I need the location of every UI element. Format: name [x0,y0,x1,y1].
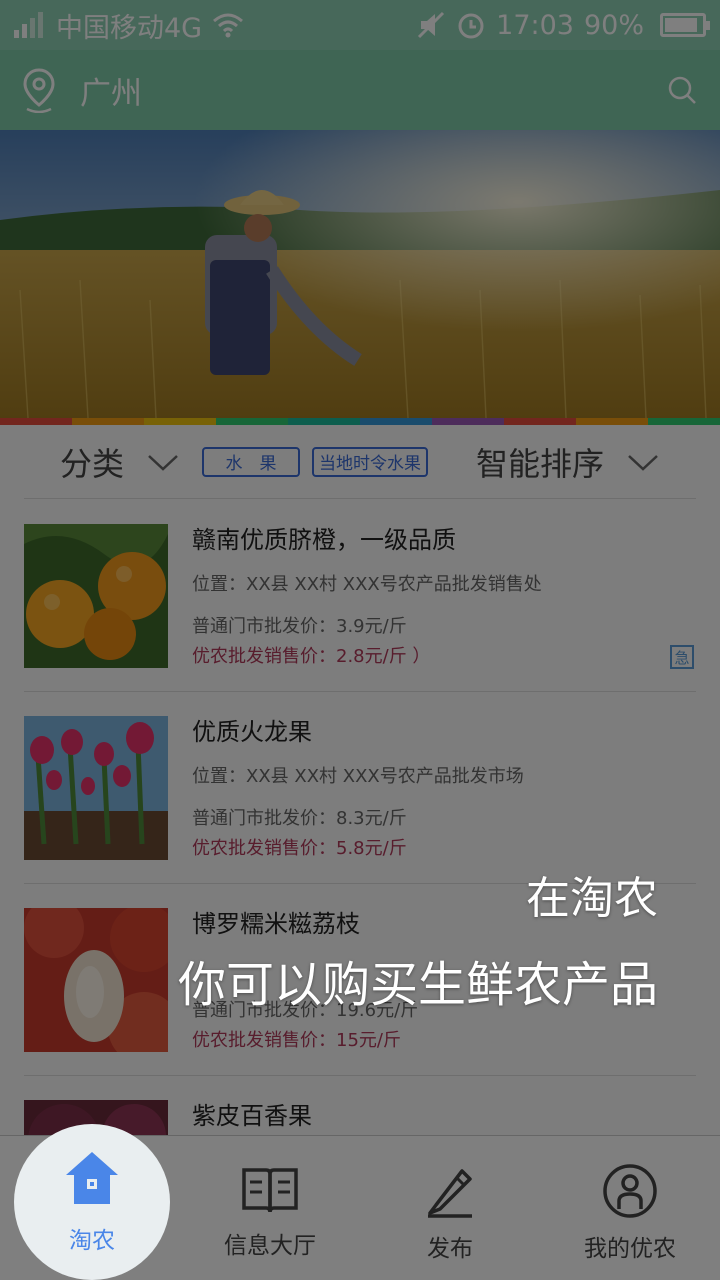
tab-info-hall[interactable]: 信息大厅 [180,1136,360,1280]
tab-label: 信息大厅 [224,1233,316,1259]
product-image-dragon-fruit [24,716,168,860]
product-name: 优质火龙果 [192,718,312,746]
tag-fruit[interactable]: 水 果 [202,446,301,477]
city-selector[interactable]: 广州 [80,68,142,113]
tab-label: 我的优农 [584,1236,676,1262]
product-item[interactable]: 优质火龙果 位置：XX县 XX村 XXX号农产品批发市场 普通门市批发价：8.3… [24,692,696,884]
app-header: 广州 [0,50,720,130]
product-item[interactable]: 赣南优质脐橙，一级品质 位置：XX县 XX村 XXX号农产品批发销售处 普通门市… [24,500,696,692]
market-price: 普通门市批发价：8.3元/斤 [192,808,407,829]
pencil-icon [428,1169,472,1218]
chevron-down-icon [628,454,658,471]
product-name: 赣南优质脐橙，一级品质 [192,526,456,554]
filter-bar: 分类 水 果 当地时令水果 智能排序 [24,425,696,499]
member-price: 优农批发销售价：15元/斤 [192,1030,401,1051]
guide-text-line1: 在淘农 [526,873,658,924]
product-image-oranges [24,524,168,668]
banner-divider [0,418,720,425]
guide-text-line2: 你可以购买生鲜农产品 [177,957,658,1013]
search-icon[interactable] [666,74,698,106]
user-icon [603,1164,657,1218]
product-name: 紫皮百香果 [192,1102,312,1130]
product-location: 位置：XX县 XX村 XXX号农产品批发市场 [192,766,524,787]
member-price: 优农批发销售价：2.8元/斤 ） [192,646,431,667]
tab-publish[interactable]: 发布 [360,1136,540,1280]
carrier-label: 中国移动4G [56,12,203,44]
tab-label: 淘农 [69,1228,115,1254]
market-price: 普通门市批发价：3.9元/斤 [192,616,407,637]
tab-taonong-highlight[interactable]: 淘农 [14,1124,170,1280]
chevron-down-icon [148,454,178,471]
sort-dropdown[interactable]: 智能排序 [476,439,660,485]
tag-seasonal-fruit[interactable]: 当地时令水果 [312,446,429,477]
signal-icon [14,12,43,38]
promo-banner[interactable] [0,130,720,418]
book-icon [242,1168,298,1213]
product-location: 位置：XX县 XX村 XXX号农产品批发销售处 [192,574,542,595]
category-dropdown[interactable]: 分类 [60,439,180,485]
urgent-badge: 急 [670,645,694,669]
battery-percent: 90% [583,9,644,41]
status-bar: 中国移动4G 17:03 90% [0,0,720,50]
product-image-lychee [24,908,168,1052]
clock: 17:03 [496,9,574,41]
tab-label: 发布 [427,1236,473,1262]
house-icon [66,1152,118,1204]
tab-my-profile[interactable]: 我的优农 [540,1136,720,1280]
location-pin-icon[interactable] [22,67,56,113]
alarm-icon [458,13,484,39]
mute-icon [418,11,445,39]
sort-label: 智能排序 [476,444,605,483]
battery-icon [660,13,710,37]
member-price: 优农批发销售价：5.8元/斤 [192,838,407,859]
wifi-icon [213,13,244,38]
category-label: 分类 [60,444,125,483]
